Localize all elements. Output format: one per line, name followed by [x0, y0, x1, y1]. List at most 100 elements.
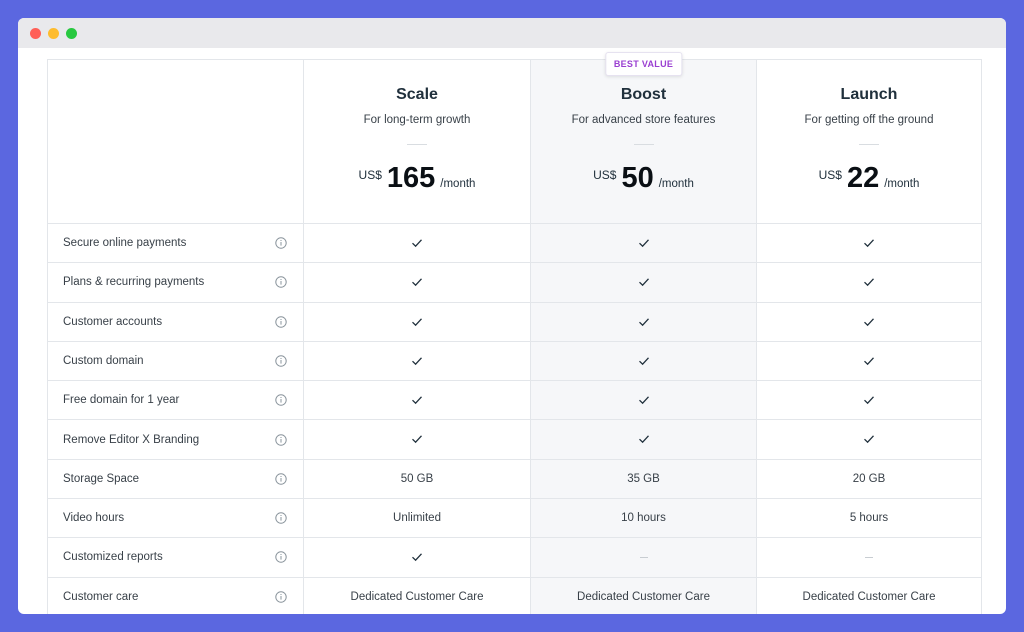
plan-description: For getting off the ground	[804, 114, 934, 126]
feature-label: Custom domain	[63, 354, 144, 367]
feature-label: Customized reports	[63, 551, 163, 564]
feature-value: Dedicated Customer Care	[577, 590, 710, 603]
checkmark-icon	[638, 278, 649, 287]
feature-included-cell	[757, 421, 981, 460]
info-icon[interactable]	[275, 590, 287, 603]
feature-row: Remove Editor X Branding	[48, 421, 981, 460]
dash-icon	[865, 556, 873, 558]
price-currency: US$	[358, 168, 382, 182]
feature-label: Customer care	[63, 590, 139, 603]
info-icon[interactable]	[275, 512, 287, 524]
feature-included-cell	[304, 303, 530, 342]
feature-label: Customer accounts	[63, 315, 163, 328]
browser-window: Scale For long-term growth US$ 165 /mont…	[18, 18, 1006, 614]
plan-price: US$ 50 /month	[531, 160, 756, 196]
feature-included-cell	[531, 263, 756, 302]
feature-label: Video hours	[63, 512, 125, 525]
plan-name: Launch	[840, 86, 898, 103]
feature-label: Storage Space	[63, 472, 140, 485]
feature-row: Plans & recurring payments	[48, 263, 981, 303]
info-icon[interactable]	[275, 237, 287, 249]
feature-included-cell	[757, 224, 981, 263]
feature-row: Video hours Unlimited 10 hours 5 hours	[48, 499, 981, 539]
minimize-window-button[interactable]	[48, 27, 59, 39]
feature-not-included-cell	[531, 538, 756, 577]
plan-price: US$ 22 /month	[757, 160, 981, 196]
close-window-button[interactable]	[30, 27, 41, 39]
checkmark-icon	[638, 396, 649, 405]
feature-value: 50 GB	[400, 472, 434, 485]
price-period: /month	[884, 178, 920, 190]
info-icon[interactable]	[275, 394, 287, 406]
info-icon[interactable]	[275, 355, 287, 367]
info-icon[interactable]	[275, 276, 287, 288]
divider	[407, 144, 427, 145]
feature-included-cell	[304, 224, 530, 263]
checkmark-icon	[638, 317, 649, 326]
feature-included-cell	[757, 342, 981, 381]
feature-row: Custom domain	[48, 342, 981, 382]
feature-label: Remove Editor X Branding	[63, 433, 200, 446]
feature-row: Customer care Dedicated Customer Care Dedi…	[48, 578, 981, 614]
feature-not-included-cell	[757, 538, 981, 577]
checkmark-icon	[412, 239, 422, 248]
plan-description: For long-term growth	[363, 114, 471, 126]
best-value-badge: BEST VALUE	[604, 52, 683, 76]
checkmark-icon	[412, 435, 422, 444]
feature-label: Secure online payments	[63, 237, 187, 249]
price-amount: 22	[846, 162, 880, 194]
feature-value: Dedicated Customer Care	[350, 590, 484, 603]
checkmark-icon	[638, 357, 649, 365]
feature-row: Secure online payments	[48, 224, 981, 264]
price-currency: US$	[593, 168, 617, 182]
feature-label: Free domain for 1 year	[63, 394, 180, 407]
feature-value: Dedicated Customer Care	[802, 590, 936, 603]
checkmark-icon	[412, 357, 422, 365]
divider	[633, 144, 654, 145]
pricing-comparison-table: Scale For long-term growth US$ 165 /mont…	[47, 52, 982, 614]
feature-included-cell	[531, 342, 756, 381]
feature-value: 20 GB	[852, 472, 886, 485]
plan-header-scale: Scale For long-term growth US$ 165 /mont…	[304, 60, 530, 224]
feature-included-cell	[757, 381, 981, 420]
dash-icon	[639, 556, 648, 558]
plan-name: Boost	[620, 86, 667, 103]
feature-row: Free domain for 1 year	[48, 381, 981, 421]
feature-included-cell	[304, 421, 530, 460]
checkmark-icon	[864, 239, 874, 248]
checkmark-icon	[864, 317, 874, 326]
feature-included-cell	[531, 224, 756, 263]
plan-price: US$ 165 /month	[304, 160, 530, 196]
price-currency: US$	[818, 168, 842, 182]
checkmark-icon	[412, 278, 422, 287]
checkmark-icon	[864, 435, 874, 444]
feature-included-cell	[531, 381, 756, 420]
feature-included-cell	[531, 421, 756, 460]
feature-row: Customized reports	[48, 538, 981, 578]
feature-included-cell	[304, 263, 530, 302]
plan-name: Scale	[396, 86, 438, 103]
checkmark-icon	[864, 357, 874, 365]
feature-row: Storage Space 50 GB 35 GB 20 GB	[48, 460, 981, 500]
feature-included-cell	[304, 342, 530, 381]
checkmark-icon	[864, 278, 874, 287]
checkmark-icon	[412, 396, 422, 405]
plan-header-boost: BEST VALUE Boost For advanced store feat…	[531, 52, 756, 224]
price-amount: 50	[621, 162, 654, 194]
plan-header-row: Scale For long-term growth US$ 165 /mont…	[48, 52, 981, 224]
feature-included-cell	[757, 263, 981, 302]
info-icon[interactable]	[275, 433, 287, 446]
feature-included-cell	[304, 538, 530, 577]
feature-value: Unlimited	[393, 512, 441, 525]
price-amount: 165	[386, 162, 436, 194]
feature-value: 10 hours	[621, 512, 666, 525]
maximize-window-button[interactable]	[66, 27, 77, 39]
divider	[859, 144, 879, 145]
info-icon[interactable]	[275, 473, 287, 485]
plan-header-launch: Launch For getting off the ground US$ 22…	[757, 60, 981, 224]
info-icon[interactable]	[275, 551, 287, 564]
info-icon[interactable]	[275, 315, 287, 328]
feature-row: Customer accounts	[48, 303, 981, 342]
feature-included-cell	[531, 303, 756, 342]
feature-value: 5 hours	[849, 512, 889, 525]
